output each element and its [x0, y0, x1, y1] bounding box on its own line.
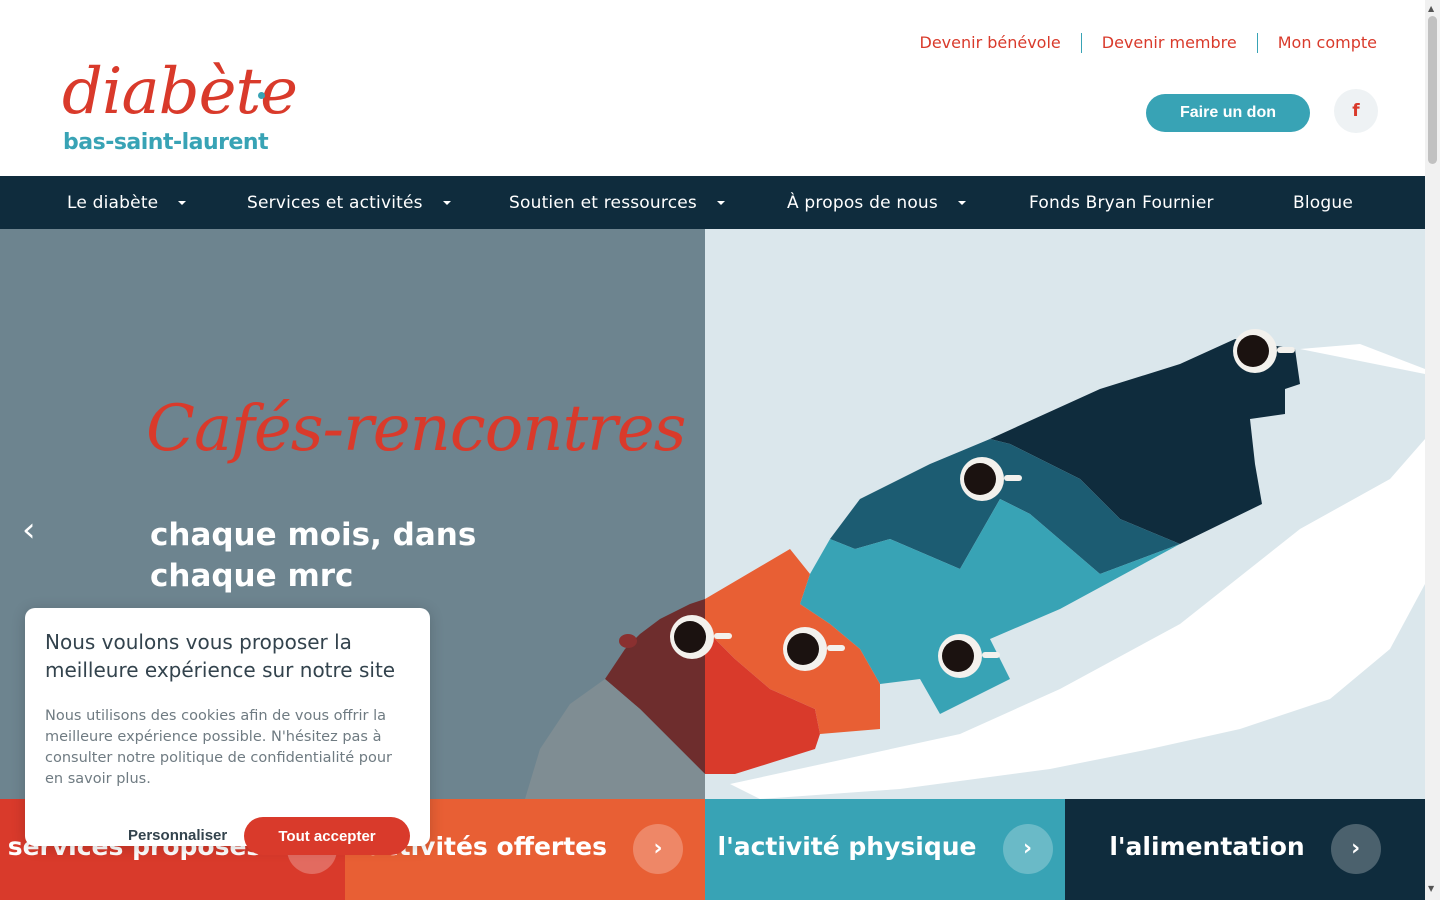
- accept-all-button[interactable]: Tout accepter: [244, 817, 410, 855]
- logo-subtitle: bas-saint-laurent: [63, 130, 269, 155]
- cookie-text: Nous utilisons des cookies afin de vous …: [45, 708, 392, 787]
- tile-physical-activity[interactable]: l'activité physique ›: [705, 799, 1065, 900]
- hero-script-title: Cafés-rencontres: [146, 392, 686, 466]
- nav-item-label: Blogue: [1293, 192, 1354, 213]
- top-links: Devenir bénévole Devenir membre Mon comp…: [900, 33, 1377, 53]
- nav-item-support[interactable]: Soutien et ressources: [509, 176, 725, 229]
- hero-subtitle-line: chaque mrc: [150, 558, 354, 594]
- chevron-right-icon[interactable]: ›: [1002, 823, 1053, 874]
- become-volunteer-link[interactable]: Devenir bénévole: [900, 33, 1081, 53]
- facebook-icon[interactable]: f: [1334, 89, 1378, 133]
- nav-item-label: Fonds Bryan Fournier: [1029, 192, 1214, 213]
- site-header: diabète bas-saint-laurent Devenir bénévo…: [0, 0, 1425, 176]
- donate-button[interactable]: Faire un don: [1146, 94, 1310, 132]
- nav-item-blog[interactable]: Blogue: [1293, 176, 1353, 229]
- tile-label: l'activité physique: [717, 832, 977, 861]
- nav-item-services[interactable]: Services et activités: [247, 176, 451, 229]
- scrollbar[interactable]: ▲ ▼: [1425, 0, 1440, 900]
- nav-item-label: Le diabète: [67, 192, 159, 213]
- caret-down-icon: [957, 200, 966, 205]
- scroll-up-icon[interactable]: ▲: [1428, 4, 1434, 13]
- tile-label: l'alimentation: [1109, 832, 1305, 861]
- customize-button[interactable]: Personnaliser: [128, 817, 227, 855]
- become-member-link[interactable]: Devenir membre: [1082, 33, 1257, 53]
- scroll-thumb[interactable]: [1428, 16, 1437, 164]
- logo-dot: [258, 92, 265, 99]
- chevron-right-icon[interactable]: ›: [633, 823, 684, 874]
- caret-down-icon: [442, 200, 451, 205]
- my-account-link[interactable]: Mon compte: [1258, 33, 1377, 53]
- main-nav: Le diabète Services et activités Soutien…: [0, 176, 1425, 229]
- tile-nutrition[interactable]: l'alimentation ›: [1065, 799, 1425, 900]
- cookie-title: Nous voulons vous proposer la meilleure …: [45, 630, 396, 682]
- cookie-actions: Personnaliser Tout accepter: [25, 817, 430, 855]
- cookie-consent-dialog: Nous voulons vous proposer la meilleure …: [25, 608, 430, 855]
- page: diabète bas-saint-laurent Devenir bénévo…: [0, 0, 1425, 900]
- site-logo[interactable]: diabète bas-saint-laurent: [62, 56, 298, 160]
- chevron-right-icon[interactable]: ›: [1330, 823, 1381, 874]
- island-shape: [619, 634, 637, 648]
- caret-down-icon: [716, 200, 725, 205]
- scroll-down-icon[interactable]: ▼: [1428, 884, 1434, 893]
- nav-item-fund[interactable]: Fonds Bryan Fournier: [1029, 176, 1214, 229]
- hero-subtitle: chaque mois, dans chaque mrc: [150, 515, 530, 597]
- caret-down-icon: [178, 200, 187, 205]
- hero-subtitle-line: chaque mois, dans: [150, 517, 477, 553]
- nav-item-about[interactable]: À propos de nous: [787, 176, 966, 229]
- nav-item-diabetes[interactable]: Le diabète: [67, 176, 187, 229]
- nav-item-label: Soutien et ressources: [509, 192, 697, 213]
- chevron-left-icon[interactable]: ‹: [22, 513, 50, 547]
- nav-item-label: Services et activités: [247, 192, 423, 213]
- nav-item-label: À propos de nous: [787, 192, 938, 213]
